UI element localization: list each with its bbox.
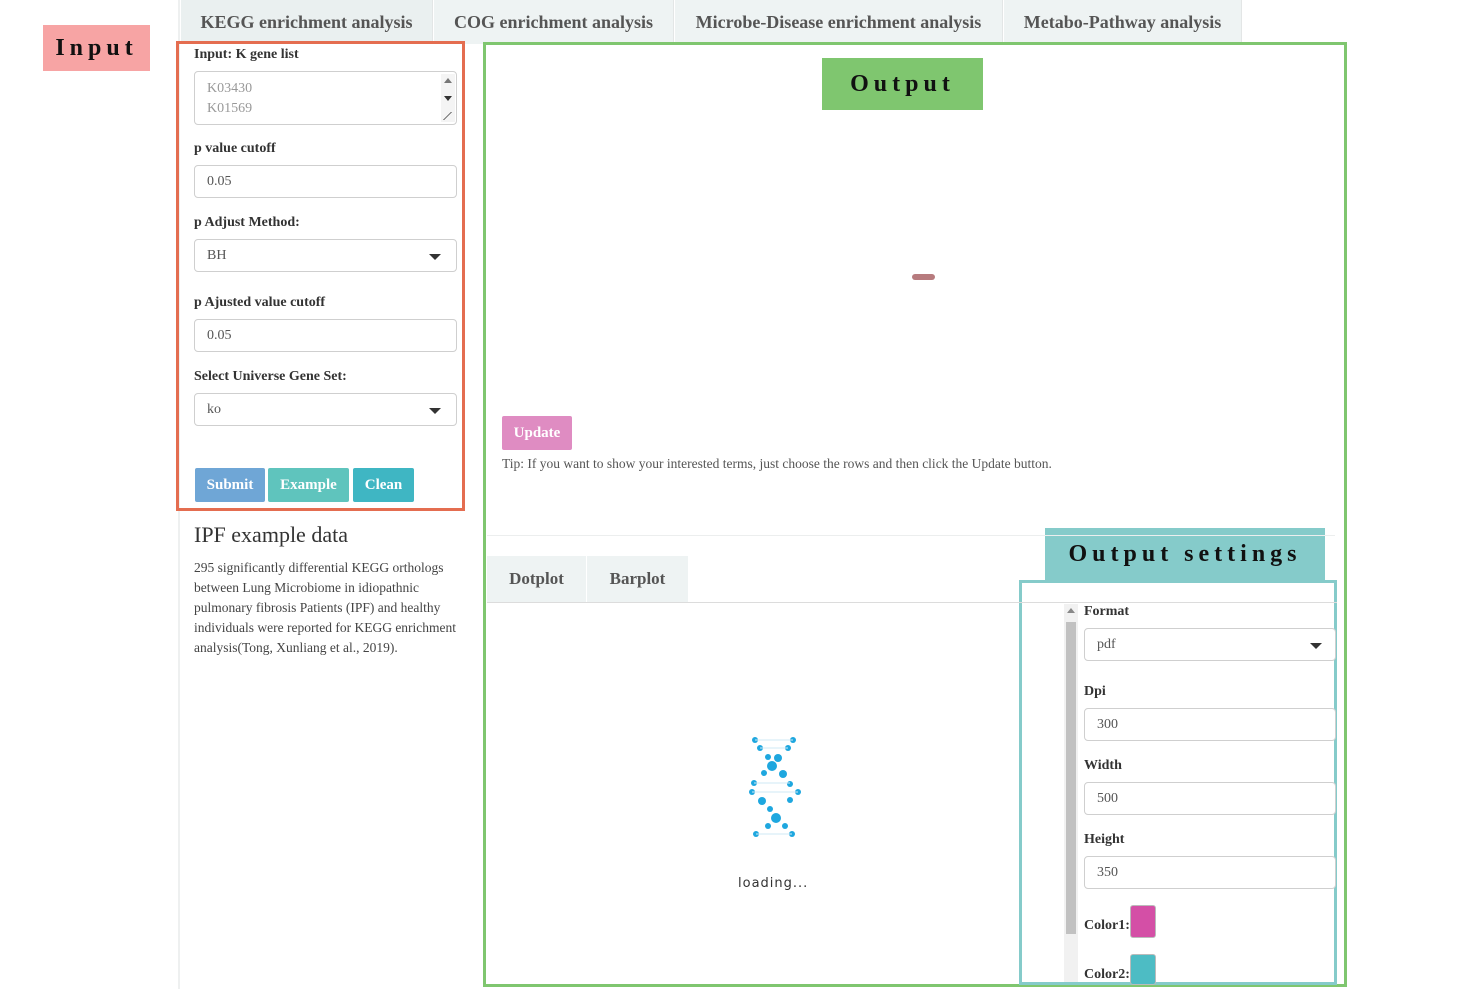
gene-list-textarea[interactable]: K03430 K01569 — [194, 71, 457, 125]
tab-dotplot[interactable]: Dotplot — [487, 556, 586, 602]
tab-barplot[interactable]: Barplot — [587, 556, 688, 602]
plot-tabs-baseline — [487, 602, 1337, 603]
clean-button[interactable]: Clean — [353, 468, 414, 502]
universe-select[interactable]: ko — [194, 393, 457, 426]
width-input[interactable]: 500 — [1084, 782, 1336, 815]
update-tip: Tip: If you want to show your interested… — [502, 456, 1052, 471]
adjust-method-value: BH — [207, 247, 227, 263]
resize-handle-icon[interactable] — [443, 112, 452, 120]
textarea-scrollbar[interactable] — [441, 74, 455, 122]
example-description: 295 significantly differential KEGG orth… — [194, 560, 457, 655]
padj-input[interactable]: 0.05 — [194, 319, 457, 352]
tab-kegg[interactable]: KEGG enrichment analysis — [181, 0, 433, 44]
section-divider — [487, 535, 1335, 536]
color2-swatch[interactable] — [1130, 954, 1156, 985]
color1-swatch[interactable] — [1130, 905, 1156, 938]
tab-cog[interactable]: COG enrichment analysis — [434, 0, 674, 44]
example-button[interactable]: Example — [268, 468, 349, 502]
gene-list-label: Input: K gene list — [194, 47, 299, 62]
dna-loading-icon — [749, 737, 801, 837]
tab-metabo-pathway[interactable]: Metabo-Pathway analysis — [1004, 0, 1242, 44]
format-label: Format — [1084, 604, 1130, 619]
loading-text: loading... — [738, 876, 809, 891]
gene-list-line: K03430 — [207, 81, 253, 96]
height-input[interactable]: 350 — [1084, 856, 1336, 889]
submit-button[interactable]: Submit — [195, 468, 265, 502]
pvalue-input[interactable]: 0.05 — [194, 165, 457, 198]
universe-value: ko — [207, 401, 221, 417]
scroll-up-icon[interactable] — [444, 78, 452, 83]
format-select[interactable]: pdf — [1084, 628, 1336, 661]
chevron-down-icon — [429, 408, 441, 414]
adjust-method-select[interactable]: BH — [194, 239, 457, 272]
pvalue-label: p value cutoff — [194, 141, 276, 156]
settings-scrollbar[interactable] — [1064, 604, 1078, 982]
gene-list-line: K01569 — [207, 101, 253, 116]
width-label: Width — [1084, 758, 1122, 773]
spinner-dash-icon — [912, 274, 935, 280]
format-value: pdf — [1097, 636, 1116, 652]
chevron-down-icon — [429, 254, 441, 260]
color2-label: Color2: — [1084, 967, 1130, 982]
dpi-label: Dpi — [1084, 684, 1106, 699]
adjust-method-label: p Adjust Method: — [194, 215, 300, 230]
tab-microbe-disease[interactable]: Microbe-Disease enrichment analysis — [675, 0, 1003, 44]
annotation-input: Input — [43, 25, 150, 71]
scrollbar-thumb[interactable] — [1066, 622, 1076, 934]
example-title: IPF example data — [194, 522, 348, 547]
height-label: Height — [1084, 832, 1125, 847]
scroll-down-icon[interactable] — [444, 96, 452, 101]
dpi-input[interactable]: 300 — [1084, 708, 1336, 741]
update-button[interactable]: Update — [502, 416, 572, 450]
color1-label: Color1: — [1084, 918, 1130, 933]
padj-label: p Ajusted value cutoff — [194, 295, 326, 310]
universe-label: Select Universe Gene Set: — [194, 369, 347, 384]
scroll-up-icon[interactable] — [1067, 608, 1075, 613]
chevron-down-icon — [1310, 643, 1322, 649]
